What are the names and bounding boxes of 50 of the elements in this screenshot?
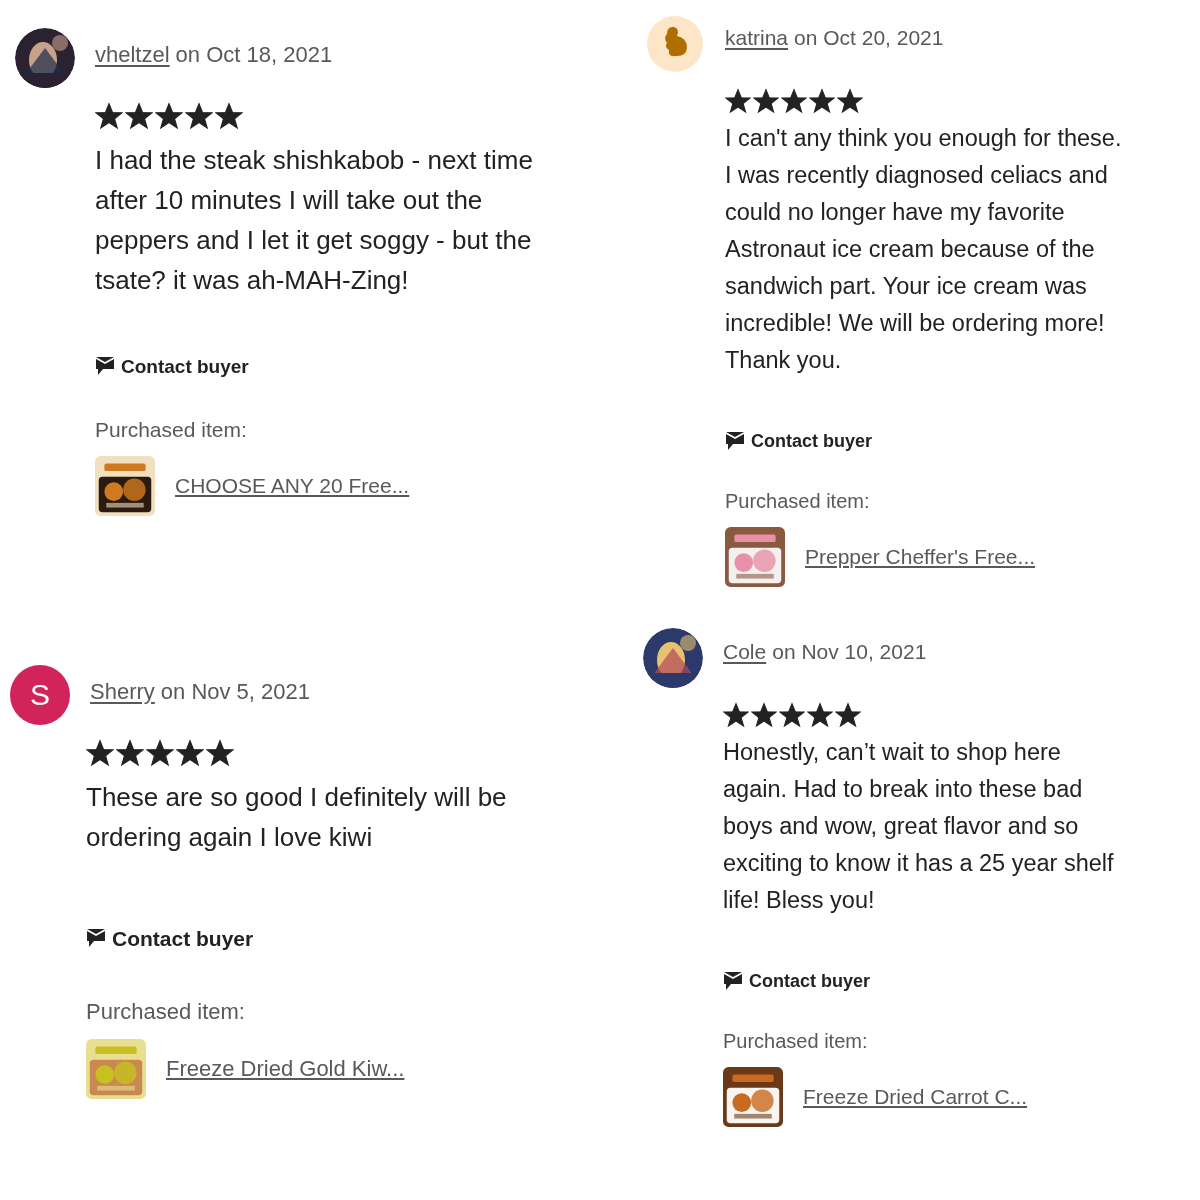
review-text: I had the steak shishkabob - next time after 10 minutes I will take out the peppers and I let it get soggy - but the tsate? it was ah-MAH-Zing! (95, 144, 534, 297)
star-icon (86, 739, 114, 767)
star-icon (95, 102, 123, 130)
avatar-letter: S (10, 665, 70, 725)
message-icon (86, 929, 106, 949)
contact-buyer-button[interactable]: Contact buyer (725, 431, 873, 452)
star-icon (116, 739, 144, 767)
username-link[interactable]: katrina (725, 26, 789, 50)
review-date: on Nov 10, 2021 (772, 640, 927, 664)
review-text: Honestly, can’t wait to shop here again. Had to break into these bad boys and wow, great flavor and so exciting to know it has a 25 year shelf life! Bless you! (723, 738, 1115, 915)
review-text: These are so good I definitely will be ordering again I love kiwi (86, 781, 508, 854)
contact-buyer-button[interactable]: Contact buyer (723, 971, 871, 992)
item-link[interactable]: CHOOSE ANY 20 Free... (175, 474, 410, 498)
star-icon (146, 739, 174, 767)
purchased-item-label: Purchased item: (723, 1030, 869, 1053)
item-link[interactable]: Freeze Dried Gold Kiw... (166, 1056, 405, 1082)
message-icon (723, 971, 743, 992)
star-icon (751, 702, 777, 728)
star-icon (835, 702, 861, 728)
item-link[interactable]: Prepper Cheffer's Free... (805, 545, 1036, 569)
star-icon (185, 102, 213, 130)
message-icon (725, 431, 745, 452)
message-icon (95, 357, 115, 377)
purchased-item-label: Purchased item: (86, 999, 246, 1025)
review-date: on Oct 20, 2021 (794, 26, 944, 50)
star-icon (125, 102, 153, 130)
star-icon (176, 739, 204, 767)
username-link[interactable]: vheltzel (95, 42, 170, 68)
star-icon (837, 88, 863, 114)
star-icon (753, 88, 779, 114)
purchased-item-label: Purchased item: (725, 490, 871, 513)
star-icon (206, 739, 234, 767)
star-icon (781, 88, 807, 114)
purchased-item-label: Purchased item: (95, 418, 248, 442)
contact-buyer-button[interactable]: Contact buyer (86, 927, 254, 951)
avatar-icon (645, 14, 705, 74)
contact-buyer-button[interactable]: Contact buyer (95, 356, 249, 378)
review-date: on Oct 18, 2021 (175, 42, 333, 68)
star-icon (779, 702, 805, 728)
star-icon (723, 702, 749, 728)
star-icon (807, 702, 833, 728)
star-icon (725, 88, 751, 114)
star-icon (155, 102, 183, 130)
username-link[interactable]: Cole (723, 640, 767, 664)
star-icon (215, 102, 243, 130)
review-date: on Nov 5, 2021 (160, 679, 311, 705)
review-text: I can't any think you enough for these. I was recently diagnosed celiacs and could no longer have my favorite Astronaut ice cream because of the sandwich part. Your ice cream was incredible! We will be ordering more! Thank you. (725, 124, 1123, 375)
star-icon (809, 88, 835, 114)
username-link[interactable]: Sherry (90, 679, 155, 705)
item-link[interactable]: Freeze Dried Carrot C... (803, 1085, 1028, 1109)
